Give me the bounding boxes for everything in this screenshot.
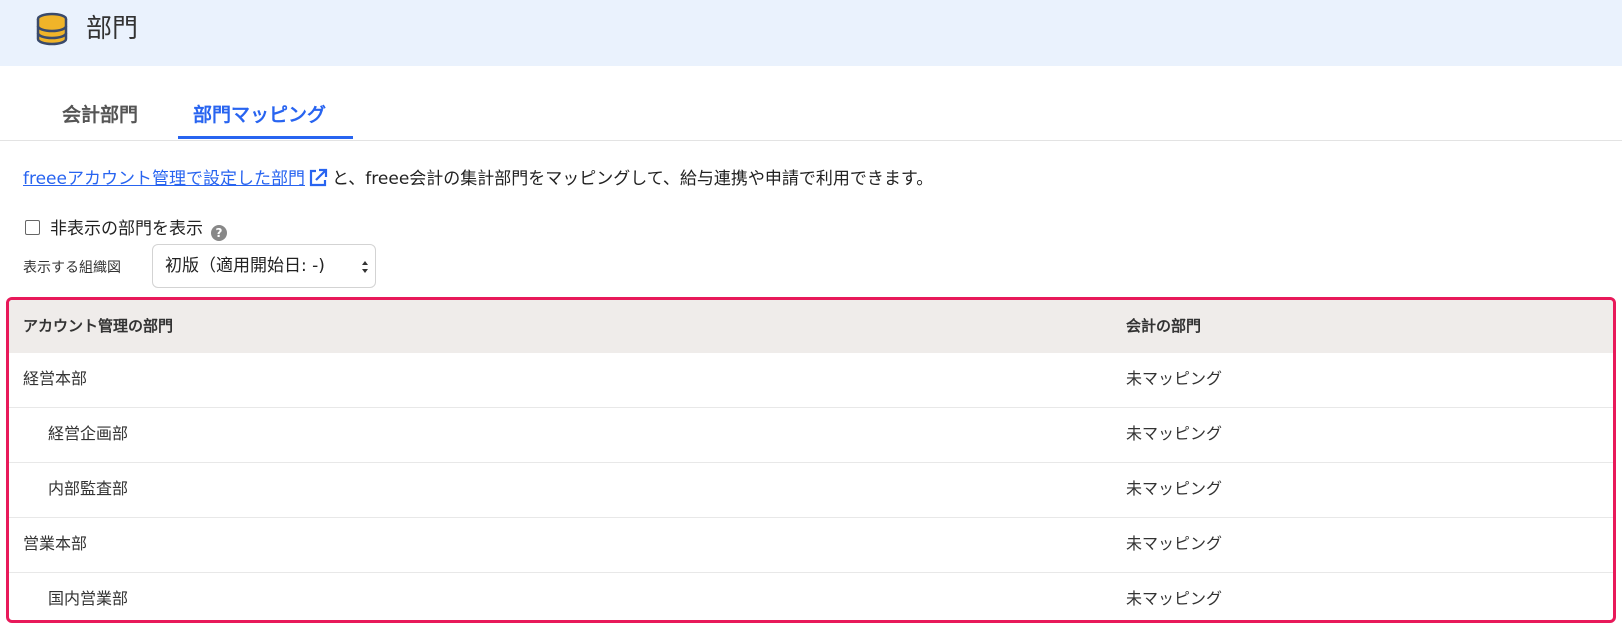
show-hidden-checkbox[interactable]: [25, 220, 40, 235]
department-name: 国内営業部: [48, 589, 129, 608]
active-tab-indicator: [178, 136, 353, 139]
show-hidden-option: 非表示の部門を表示?: [23, 216, 227, 242]
tab-bar: 会計部門 部門マッピング: [0, 90, 1622, 141]
mapping-table: アカウント管理の部門 会計の部門 経営本部 未マッピング 経営企画部 未マッピン…: [6, 297, 1616, 623]
mapping-status: 未マッピング: [1126, 589, 1223, 608]
select-arrows-icon: [362, 261, 368, 273]
mapping-status: 未マッピング: [1126, 479, 1223, 498]
department-name: 営業本部: [23, 534, 88, 553]
department-name: 経営本部: [23, 369, 88, 388]
mapping-status: 未マッピング: [1126, 534, 1223, 553]
table-header: アカウント管理の部門 会計の部門: [9, 300, 1613, 353]
org-chart-select[interactable]: 初版（適用開始日: -): [152, 244, 376, 288]
show-hidden-label[interactable]: 非表示の部門を表示: [50, 219, 203, 239]
description-text: freeeアカウント管理で設定した部門 と、freee会計の集計部門をマッピング…: [23, 166, 933, 192]
page-header: 部門: [0, 0, 1622, 66]
description-rest: と、freee会計の集計部門をマッピングして、給与連携や申請で利用できます。: [331, 169, 934, 189]
mapping-status: 未マッピング: [1126, 424, 1223, 443]
database-icon: [36, 12, 68, 46]
table-row[interactable]: 経営企画部 未マッピング: [9, 408, 1613, 463]
external-link-icon[interactable]: [307, 167, 329, 189]
org-chart-selected-value: 初版（適用開始日: -): [165, 256, 325, 276]
tab-accounting-departments[interactable]: 会計部門: [62, 102, 138, 128]
table-row[interactable]: 経営本部 未マッピング: [9, 353, 1613, 408]
tab-department-mapping[interactable]: 部門マッピング: [193, 102, 326, 128]
help-icon[interactable]: ?: [211, 225, 227, 241]
org-chart-label: 表示する組織図: [23, 260, 121, 276]
department-name: 内部監査部: [48, 479, 129, 498]
column-header-account-department: アカウント管理の部門: [23, 317, 174, 335]
column-header-accounting-department: 会計の部門: [1126, 317, 1202, 335]
table-row[interactable]: 国内営業部 未マッピング: [9, 573, 1613, 620]
page-title: 部門: [86, 14, 139, 44]
account-management-link[interactable]: freeeアカウント管理で設定した部門: [23, 169, 305, 189]
mapping-status: 未マッピング: [1126, 369, 1223, 388]
department-name: 経営企画部: [48, 424, 129, 443]
table-row[interactable]: 内部監査部 未マッピング: [9, 463, 1613, 518]
table-row[interactable]: 営業本部 未マッピング: [9, 518, 1613, 573]
